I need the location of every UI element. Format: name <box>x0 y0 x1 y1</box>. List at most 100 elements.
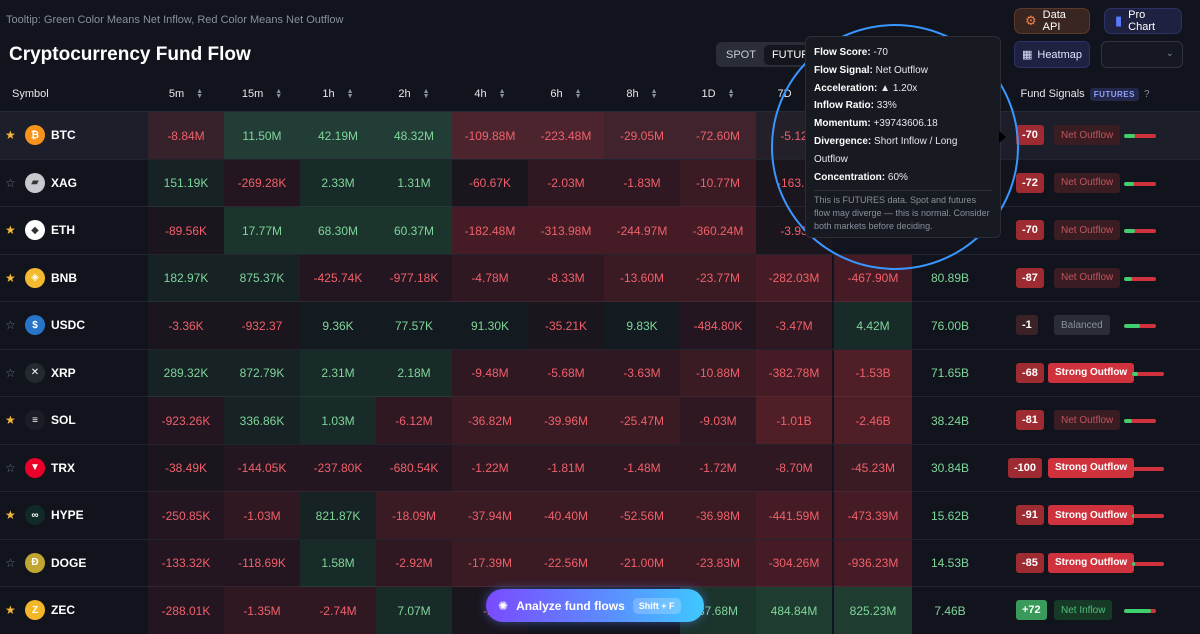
inflow-ratio-bar <box>1132 466 1164 471</box>
favorite-star-icon[interactable]: ★ <box>5 603 16 617</box>
flow-cell: 77.57K <box>376 302 452 349</box>
flow-score-badge: -87 <box>1016 267 1044 288</box>
favorite-star-icon[interactable]: ★ <box>5 271 16 285</box>
signal-badge: Strong Outflow <box>1048 457 1135 478</box>
tooltip-acceleration: Acceleration: ▲ 1.20x <box>814 82 918 94</box>
header-c8h[interactable]: 8h ▲ ▼ <box>604 76 680 112</box>
flow-cell: -39.96M <box>528 397 604 444</box>
flow-cell: -9.03M <box>680 397 756 444</box>
table-row[interactable]: ★ ₿ BTC -8.84M 11.50M 42.19M 48.32M -109.88M -22… <box>0 112 1200 160</box>
sort-icon[interactable]: ▲▼ <box>728 88 735 100</box>
sort-icon[interactable]: ▲▼ <box>651 88 658 100</box>
signal-badge: Balanced <box>1054 315 1110 335</box>
favorite-star-icon[interactable]: ☆ <box>5 461 16 475</box>
sort-icon[interactable]: ▲▼ <box>423 88 430 100</box>
flow-cell: -1.22M <box>452 444 528 492</box>
flow-cell: -10.77M <box>680 159 756 207</box>
help-icon[interactable]: ? <box>1144 89 1150 100</box>
flow-cell: -25.47M <box>604 397 680 444</box>
flow-cell: -288.01K <box>148 587 224 634</box>
favorite-star-icon[interactable]: ★ <box>5 128 16 142</box>
symbol-label: ETH <box>51 223 75 237</box>
flow-cell: 151.19K <box>148 159 224 207</box>
pro-chart-button[interactable]: ▮ Pro Chart <box>1104 8 1182 34</box>
inflow-fill <box>1124 324 1140 328</box>
header-c2h[interactable]: 2h ▲ ▼ <box>376 76 452 112</box>
table-row[interactable]: ★ ◆ ETH -89.56K 17.77M 68.30M 60.37M -182.48M -3… <box>0 207 1200 255</box>
table-row[interactable]: ☆ $ USDC -3.36K -932.37 9.36K 77.57K 91.30K -35.… <box>0 302 1200 350</box>
header-symbol[interactable]: Symbol <box>12 76 132 112</box>
table-row[interactable]: ★ ◈ BNB 182.97K 875.37K -425.74K -977.18K -4.78… <box>0 254 1200 302</box>
flow-score-badge: -91 <box>1016 505 1044 525</box>
header-c4h[interactable]: 4h ▲ ▼ <box>452 76 528 112</box>
inflow-ratio-bar <box>1124 609 1156 613</box>
favorite-star-icon[interactable]: ☆ <box>5 318 16 332</box>
flow-cell: -23.83M <box>680 539 756 587</box>
table-row[interactable]: ☆ ▰ XAG 151.19K -269.28K 2.33M 1.31M -60.67K -2.… <box>0 159 1200 207</box>
table-row[interactable]: ★ ∞ HYPE -250.85K -1.03M 821.87K -18.09M -37.94… <box>0 492 1200 540</box>
signal-badge: Strong Outflow <box>1048 362 1135 383</box>
data-api-button[interactable]: ⚙ Data API <box>1014 8 1090 34</box>
futures-badge: FUTURES <box>1089 87 1139 101</box>
favorite-star-icon[interactable]: ☆ <box>5 556 16 570</box>
flow-cell: -269.28K <box>224 159 300 207</box>
flow-cell: 182.97K <box>148 254 224 302</box>
flow-cell: -223.48M <box>528 112 604 159</box>
flow-cell: -250.85K <box>148 492 224 539</box>
spot-tab[interactable]: SPOT <box>718 45 764 65</box>
sort-icon[interactable]: ▲▼ <box>275 88 282 100</box>
header-c5m[interactable]: 5m ▲ ▼ <box>148 76 224 112</box>
flow-cell: -22.56M <box>528 539 604 587</box>
header-label: 5m <box>168 88 185 100</box>
favorite-star-icon[interactable]: ★ <box>5 223 16 237</box>
inflow-fill <box>1124 134 1135 138</box>
flow-cell: -1.81M <box>528 444 604 492</box>
hyperliquid-icon: ∞ <box>25 505 45 525</box>
data-api-label: Data API <box>1042 9 1066 33</box>
bnb-icon: ◈ <box>25 267 45 288</box>
flow-cell: -35.21K <box>528 302 604 349</box>
filter-select[interactable]: ⌄ <box>1101 41 1183 68</box>
sort-icon[interactable]: ▲▼ <box>196 88 203 100</box>
sort-icon[interactable]: ▲▼ <box>347 88 354 100</box>
dogecoin-icon: Ð <box>25 552 45 573</box>
header-c1h[interactable]: 1h ▲ ▼ <box>300 76 376 112</box>
flow-cell: -36.82M <box>452 397 528 444</box>
inflow-fill <box>1124 609 1152 613</box>
table-row[interactable]: ★ ≡ SOL -923.26K 336.86K 1.03M -6.12M -36.82M -3… <box>0 397 1200 445</box>
flow-cell: 60.37M <box>376 207 452 254</box>
flow-cell: 42.19M <box>300 112 376 159</box>
flow-cell: -2.92M <box>376 539 452 587</box>
flow-cell: 91.30K <box>452 302 528 349</box>
inflow-ratio-bar <box>1124 134 1156 138</box>
favorite-star-icon[interactable]: ☆ <box>5 366 16 380</box>
sort-icon[interactable]: ▲▼ <box>499 88 506 100</box>
solana-icon: ≡ <box>25 410 45 430</box>
flow-cell: -1.72M <box>680 444 756 492</box>
favorite-star-icon[interactable]: ★ <box>5 508 16 522</box>
flow-cell: -8.84M <box>148 112 224 159</box>
flow-cell: 1.03M <box>300 397 376 444</box>
flow-cell: 825.23M <box>834 587 912 634</box>
favorite-star-icon[interactable]: ☆ <box>5 176 16 190</box>
header-c6h[interactable]: 6h ▲ ▼ <box>528 76 604 112</box>
header-c15m[interactable]: 15m ▲ ▼ <box>224 76 300 112</box>
header-c1d[interactable]: 1D ▲ ▼ <box>680 76 756 112</box>
symbol-label: BNB <box>51 270 77 285</box>
analyze-fund-flows-button[interactable]: ✺ Analyze fund flows Shift + F <box>486 589 704 622</box>
table-row[interactable]: ☆ Ð DOGE -133.32K -118.69K 1.58M -2.92M -17.39M… <box>0 539 1200 587</box>
flow-cell: -72.60M <box>680 112 756 159</box>
flow-cell: -6.12M <box>376 397 452 444</box>
inflow-ratio-bar <box>1124 181 1156 186</box>
market-toggle: SPOT FUTUR <box>716 42 818 67</box>
flow-cell: -425.74K <box>300 254 376 302</box>
flow-cell: 1.31M <box>376 159 452 207</box>
table-row[interactable]: ☆ ▼ TRX -38.49K -144.05K -237.80K -680.54K -1.2… <box>0 444 1200 492</box>
flow-cell: -13.60M <box>604 254 680 302</box>
sort-icon[interactable]: ▲▼ <box>575 88 582 100</box>
heatmap-button[interactable]: ▦ Heatmap <box>1014 41 1090 68</box>
flow-cell: -8.33M <box>528 254 604 302</box>
flow-cell: 484.84M <box>756 587 832 634</box>
favorite-star-icon[interactable]: ★ <box>5 413 16 427</box>
table-row[interactable]: ☆ ✕ XRP 289.32K 872.79K 2.31M 2.18M -9.48M -5.68… <box>0 349 1200 397</box>
